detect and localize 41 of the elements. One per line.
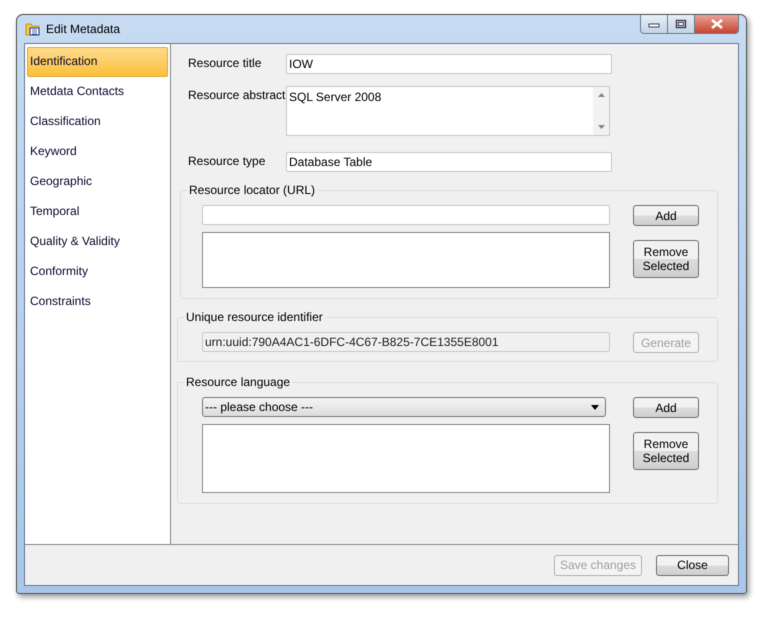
language-list[interactable] [202, 424, 610, 493]
language-dropdown[interactable]: --- please choose --- [202, 397, 606, 417]
add-button[interactable]: Add [633, 397, 699, 418]
remove-selected-button[interactable]: Remove Selected [633, 240, 699, 278]
scroll-down-icon[interactable] [598, 125, 604, 129]
scrollbar[interactable] [593, 87, 609, 135]
sidebar-item[interactable]: Keyword [27, 137, 168, 167]
dropdown-value: --- please choose --- [205, 400, 314, 414]
text-field[interactable]: Database Table [286, 152, 612, 172]
maximize-button[interactable] [668, 15, 695, 33]
scroll-up-icon[interactable] [598, 93, 604, 97]
minimize-button[interactable] [641, 15, 668, 33]
field-label: Resource abstract [188, 87, 286, 104]
add-button[interactable]: Add [633, 205, 699, 226]
group-legend: Resource locator (URL) [187, 183, 318, 197]
field-label: Resource type [188, 153, 266, 170]
field-label: Resource title [188, 55, 262, 72]
footer-button[interactable]: Close [656, 554, 729, 576]
url-field[interactable] [202, 205, 610, 225]
maximize-icon [675, 19, 687, 29]
group-legend: Resource language [184, 375, 292, 389]
folder-icon [25, 21, 41, 37]
url-list[interactable] [202, 232, 610, 288]
sidebar-item[interactable]: Temporal [27, 197, 168, 227]
dropdown-arrow-icon [591, 404, 599, 410]
sidebar-item[interactable]: Geographic [27, 167, 168, 197]
text-field[interactable]: IOW [286, 54, 612, 74]
sidebar-item[interactable]: Identification [27, 47, 168, 77]
identifier-field: urn:uuid:790A4AC1-6DFC-4C67-B825-7CE1355E8001 [202, 332, 610, 352]
group-legend: Unique resource identifier [184, 310, 325, 324]
remove-selected-button[interactable]: Remove Selected [633, 432, 699, 470]
window-title: Edit Metadata [46, 22, 120, 36]
close-button[interactable] [695, 15, 738, 33]
sidebar-item[interactable]: Conformity [27, 257, 168, 287]
sidebar-item[interactable]: Classification [27, 107, 168, 137]
abstract-text: SQL Server 2008 [288, 89, 382, 106]
sidebar-item[interactable]: Metdata Contacts [27, 77, 168, 107]
abstract-field[interactable]: SQL Server 2008 [286, 86, 610, 136]
close-icon [710, 19, 724, 29]
sidebar-item[interactable]: Quality & Validity [27, 227, 168, 257]
sidebar-item[interactable]: Constraints [27, 287, 168, 317]
